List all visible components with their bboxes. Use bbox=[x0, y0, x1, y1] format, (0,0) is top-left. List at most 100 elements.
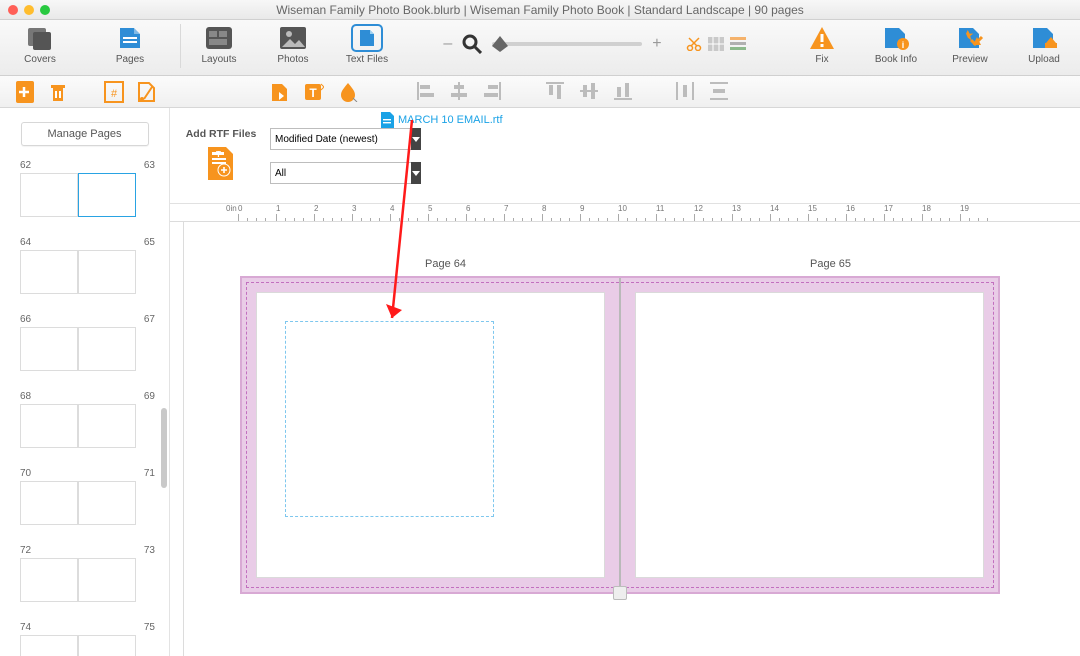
zoom-thumb[interactable] bbox=[492, 36, 508, 52]
right-page[interactable] bbox=[635, 292, 984, 578]
sort-select[interactable] bbox=[270, 128, 370, 150]
magnifier-icon bbox=[462, 34, 482, 54]
page-thumb[interactable] bbox=[20, 250, 78, 294]
chevron-down-icon[interactable] bbox=[411, 128, 421, 150]
upload-button[interactable]: Upload bbox=[1016, 24, 1072, 72]
zoom-in-icon[interactable]: + bbox=[652, 35, 661, 53]
manage-pages-button[interactable]: Manage Pages bbox=[21, 122, 149, 146]
align-left-icon[interactable] bbox=[416, 82, 436, 102]
vertical-ruler bbox=[170, 222, 184, 656]
window-zoom-button[interactable] bbox=[40, 5, 50, 15]
align-top-icon[interactable] bbox=[546, 82, 566, 102]
page-thumb[interactable] bbox=[20, 558, 78, 602]
bookinfo-button[interactable]: i Book Info bbox=[868, 24, 924, 72]
sidebar-scrollbar[interactable] bbox=[161, 408, 167, 488]
text-files-button[interactable]: Text Files bbox=[339, 24, 395, 72]
window-close-button[interactable] bbox=[8, 5, 18, 15]
page-style-icon[interactable] bbox=[136, 81, 158, 103]
page-thumb[interactable] bbox=[78, 558, 136, 602]
layouts-button[interactable]: Layouts bbox=[191, 24, 247, 72]
align-vcenter-icon[interactable] bbox=[580, 82, 600, 102]
grid3-icon[interactable] bbox=[708, 37, 724, 51]
page-thumb[interactable] bbox=[78, 173, 136, 217]
distribute-v-icon[interactable] bbox=[710, 82, 730, 102]
page-thumb[interactable] bbox=[20, 173, 78, 217]
align-right-icon[interactable] bbox=[484, 82, 504, 102]
sub-toolbar: # T bbox=[0, 76, 1080, 108]
photos-button[interactable]: Photos bbox=[265, 24, 321, 72]
distribute-h-icon[interactable] bbox=[676, 82, 696, 102]
zoom-control[interactable]: – + bbox=[395, 34, 794, 54]
rtf-file-name: MARCH 10 EMAIL.rtf bbox=[398, 114, 503, 126]
align-hcenter-icon[interactable] bbox=[450, 82, 470, 102]
page-thumb[interactable] bbox=[78, 327, 136, 371]
covers-tab[interactable]: Covers bbox=[12, 24, 68, 72]
page-thumb[interactable] bbox=[78, 250, 136, 294]
page-num: 72 bbox=[20, 545, 31, 556]
ruler-tick: 15 bbox=[808, 204, 817, 213]
thumb-row[interactable]: 7071 bbox=[20, 468, 155, 525]
gutter-handle-icon[interactable] bbox=[613, 586, 627, 600]
page-number-icon[interactable]: # bbox=[104, 81, 126, 103]
thumb-row[interactable]: 7273 bbox=[20, 545, 155, 602]
svg-text:#: # bbox=[111, 88, 118, 100]
ruler-tick: 18 bbox=[922, 204, 931, 213]
thumb-row[interactable]: 6263 bbox=[20, 160, 155, 217]
page-thumb[interactable] bbox=[78, 404, 136, 448]
page-thumb[interactable] bbox=[20, 327, 78, 371]
ruler-tick: 13 bbox=[732, 204, 741, 213]
horizontal-ruler: 0in 012345678910111213141516171819 bbox=[170, 204, 1080, 222]
page-num: 70 bbox=[20, 468, 31, 479]
page-thumb[interactable] bbox=[78, 635, 136, 656]
page-thumb[interactable] bbox=[20, 635, 78, 656]
ruler-tick: 10 bbox=[618, 204, 627, 213]
add-rtf-button[interactable]: T bbox=[206, 146, 236, 182]
thumb-row[interactable]: 6667 bbox=[20, 314, 155, 371]
ruler-tick: 17 bbox=[884, 204, 893, 213]
thumb-row[interactable]: 6465 bbox=[20, 237, 155, 294]
photos-label: Photos bbox=[277, 54, 308, 65]
filter-value[interactable] bbox=[270, 162, 411, 184]
ruler-tick: 5 bbox=[428, 204, 432, 213]
text-style-icon[interactable]: T bbox=[304, 82, 324, 102]
text-drop-zone[interactable] bbox=[285, 321, 494, 517]
ruler-tick: 6 bbox=[466, 204, 470, 213]
rtf-file-item[interactable]: MARCH 10 EMAIL.rtf bbox=[380, 112, 503, 128]
delete-page-icon[interactable] bbox=[48, 81, 70, 103]
thumb-row[interactable]: 6869 bbox=[20, 391, 155, 448]
page-num: 75 bbox=[144, 622, 155, 633]
ruler-tick: 14 bbox=[770, 204, 779, 213]
sort-value[interactable] bbox=[270, 128, 411, 150]
new-page-icon[interactable] bbox=[16, 81, 38, 103]
fix-button[interactable]: Fix bbox=[794, 24, 850, 72]
bars-icon[interactable] bbox=[730, 37, 746, 51]
rtf-file-icon bbox=[380, 112, 394, 128]
page-thumb[interactable] bbox=[20, 481, 78, 525]
ruler-tick: 12 bbox=[694, 204, 703, 213]
ruler-tick: 1 bbox=[276, 204, 280, 213]
chevron-down-icon[interactable] bbox=[411, 162, 421, 184]
page-thumbnails[interactable]: 6263 6465 6667 6869 7071 7273 7475 bbox=[0, 156, 169, 656]
zoom-out-icon[interactable]: – bbox=[443, 35, 452, 53]
fix-label: Fix bbox=[815, 54, 828, 65]
upload-label: Upload bbox=[1028, 54, 1060, 65]
pages-label: Pages bbox=[116, 54, 144, 65]
window-minimize-button[interactable] bbox=[24, 5, 34, 15]
import-doc-icon[interactable] bbox=[270, 82, 290, 102]
zoom-slider[interactable] bbox=[492, 42, 642, 46]
filter-select[interactable] bbox=[270, 162, 370, 184]
pages-tab[interactable]: Pages bbox=[102, 24, 158, 72]
color-drop-icon[interactable] bbox=[338, 82, 358, 102]
window-title: Wiseman Family Photo Book.blurb | Wisema… bbox=[0, 3, 1080, 17]
ruler-tick: 2 bbox=[314, 204, 318, 213]
cut-icon[interactable] bbox=[686, 37, 702, 51]
left-page[interactable] bbox=[256, 292, 605, 578]
thumb-row[interactable]: 7475 bbox=[20, 622, 155, 656]
align-bottom-icon[interactable] bbox=[614, 82, 634, 102]
page-thumb[interactable] bbox=[78, 481, 136, 525]
preview-button[interactable]: Preview bbox=[942, 24, 998, 72]
page-spread[interactable] bbox=[240, 276, 1000, 594]
page-thumb[interactable] bbox=[20, 404, 78, 448]
pages-sidebar: Manage Pages 6263 6465 6667 6869 7071 7273 747… bbox=[0, 108, 170, 656]
ruler-tick: 3 bbox=[352, 204, 356, 213]
